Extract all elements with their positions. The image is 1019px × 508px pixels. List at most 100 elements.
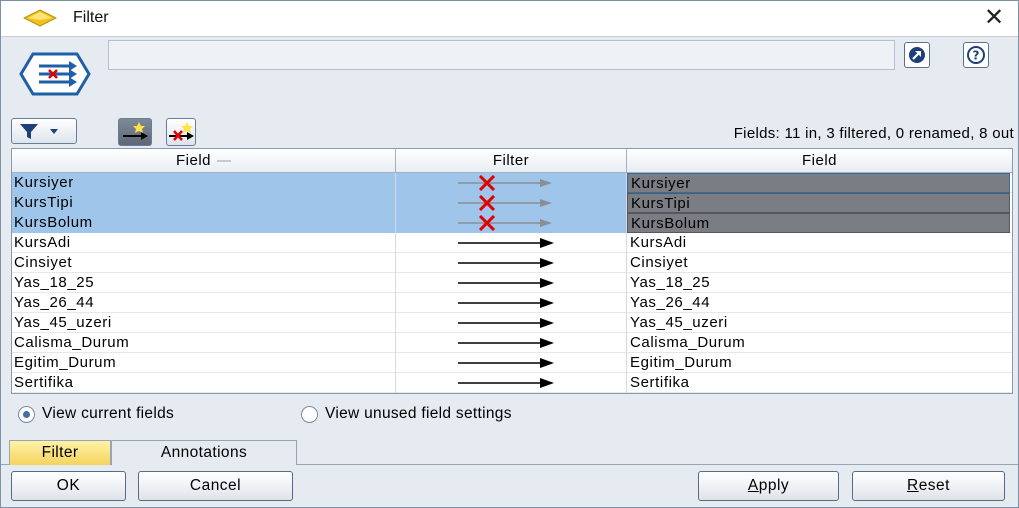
reset-button[interactable]: Reset bbox=[852, 471, 1005, 501]
filter-toggle[interactable] bbox=[396, 253, 627, 273]
filtered-arrow-icon bbox=[458, 215, 552, 231]
filter-node-icon bbox=[19, 52, 91, 96]
filter-options-dropdown[interactable] bbox=[11, 118, 77, 144]
column-header-filter[interactable]: Filter bbox=[396, 149, 627, 173]
table-row[interactable]: Calisma_Durum Calisma_Durum bbox=[12, 333, 1012, 353]
filter-toggle[interactable] bbox=[396, 193, 627, 213]
input-field-name[interactable]: Kursiyer bbox=[12, 173, 396, 193]
output-field-name[interactable]: Sertifika bbox=[627, 373, 1010, 393]
input-field-name[interactable]: Egitim_Durum bbox=[12, 353, 396, 373]
svg-text:?: ? bbox=[973, 49, 980, 63]
title-bar: Filter ✕ bbox=[1, 1, 1018, 37]
pass-arrow-icon bbox=[458, 378, 554, 388]
radio-selected-icon bbox=[18, 405, 35, 423]
apply-mnemonic: A bbox=[747, 477, 759, 494]
filter-node-diamond-icon bbox=[23, 9, 57, 27]
reset-label: eset bbox=[918, 477, 950, 494]
filter-fields-icon bbox=[169, 122, 194, 141]
pass-fields-icon bbox=[123, 122, 148, 140]
input-field-name[interactable]: Calisma_Durum bbox=[12, 333, 396, 353]
view-options: View current fields View unused field se… bbox=[1, 399, 1018, 429]
pass-arrow-icon bbox=[458, 358, 554, 368]
output-field-name[interactable]: Yas_26_44 bbox=[627, 293, 1010, 313]
filter-toggle[interactable] bbox=[396, 353, 627, 373]
help-button[interactable]: ? bbox=[963, 42, 989, 68]
pass-arrow-icon bbox=[458, 258, 554, 268]
filter-toggle[interactable] bbox=[396, 213, 627, 233]
table-row[interactable]: Yas_45_uzeri Yas_45_uzeri bbox=[12, 313, 1012, 333]
filter-dialog: Filter ✕ ? Fields: 11 in, 3 filtered, 0 … bbox=[0, 0, 1019, 508]
output-field-name[interactable]: Cinsiyet bbox=[627, 253, 1010, 273]
fields-table: Field Filter Field Kursiyer Kursiyer KursT… bbox=[11, 148, 1013, 394]
radio-label: View current fields bbox=[42, 405, 175, 422]
output-field-name[interactable]: KursAdi bbox=[627, 233, 1010, 253]
output-field-name[interactable]: Yas_45_uzeri bbox=[627, 313, 1010, 333]
close-button[interactable]: ✕ bbox=[980, 5, 1008, 31]
table-row[interactable]: Kursiyer Kursiyer bbox=[12, 173, 1012, 193]
preview-button[interactable] bbox=[904, 42, 930, 68]
output-field-name[interactable]: KursTipi bbox=[627, 193, 1010, 213]
tab-annotations[interactable]: Annotations bbox=[111, 440, 297, 465]
view-current-fields-radio[interactable]: View current fields bbox=[18, 405, 174, 423]
pass-arrow-icon bbox=[458, 238, 554, 248]
input-field-name[interactable]: KursAdi bbox=[12, 233, 396, 253]
view-unused-settings-radio[interactable]: View unused field settings bbox=[301, 405, 512, 423]
filtered-arrow-icon bbox=[458, 195, 552, 211]
filter-toggle[interactable] bbox=[396, 333, 627, 353]
table-row[interactable]: Sertifika Sertifika bbox=[12, 373, 1012, 393]
column-header-output-field[interactable]: Field bbox=[627, 149, 1012, 173]
input-field-name[interactable]: Yas_26_44 bbox=[12, 293, 396, 313]
pass-arrow-icon bbox=[458, 278, 554, 288]
output-field-name[interactable]: Calisma_Durum bbox=[627, 333, 1010, 353]
sort-indicator-icon bbox=[217, 160, 231, 163]
table-header: Field Filter Field bbox=[12, 149, 1012, 173]
tab-bar: Filter Annotations bbox=[1, 438, 1018, 465]
filter-toggle[interactable] bbox=[396, 373, 627, 393]
pass-arrow-icon bbox=[458, 298, 554, 308]
apply-label: pply bbox=[758, 477, 790, 494]
output-field-name[interactable]: Yas_18_25 bbox=[627, 273, 1010, 293]
preview-icon bbox=[909, 47, 925, 63]
funnel-icon bbox=[20, 124, 58, 139]
input-field-name[interactable]: Yas_45_uzeri bbox=[12, 313, 396, 333]
filter-toolbar: Fields: 11 in, 3 filtered, 0 renamed, 8 … bbox=[1, 113, 1018, 147]
radio-unselected-icon bbox=[301, 405, 318, 423]
filter-toggle[interactable] bbox=[396, 293, 627, 313]
pass-arrow-icon bbox=[458, 318, 554, 328]
input-field-name[interactable]: Cinsiyet bbox=[12, 253, 396, 273]
node-header: ? bbox=[1, 38, 1018, 110]
input-field-name[interactable]: KursBolum bbox=[12, 213, 396, 233]
tab-filter[interactable]: Filter bbox=[9, 440, 111, 465]
table-row[interactable]: KursBolum KursBolum bbox=[12, 213, 1012, 233]
radio-label: View unused field settings bbox=[325, 405, 512, 422]
cancel-button[interactable]: Cancel bbox=[138, 471, 293, 501]
input-field-name[interactable]: KursTipi bbox=[12, 193, 396, 213]
filtered-arrow-icon bbox=[458, 175, 552, 191]
filter-toggle[interactable] bbox=[396, 173, 627, 193]
include-all-fields-button[interactable] bbox=[118, 118, 152, 146]
table-row[interactable]: Yas_18_25 Yas_18_25 bbox=[12, 273, 1012, 293]
table-row[interactable]: Egitim_Durum Egitim_Durum bbox=[12, 353, 1012, 373]
table-row[interactable]: KursAdi KursAdi bbox=[12, 233, 1012, 253]
output-field-name[interactable]: Egitim_Durum bbox=[627, 353, 1010, 373]
filter-toggle[interactable] bbox=[396, 313, 627, 333]
filter-toggle[interactable] bbox=[396, 273, 627, 293]
help-icon: ? bbox=[967, 46, 985, 64]
output-field-name[interactable]: KursBolum bbox=[627, 213, 1010, 233]
window-title: Filter bbox=[73, 9, 109, 26]
column-header-label: Field bbox=[175, 152, 211, 169]
output-field-name[interactable]: Kursiyer bbox=[627, 173, 1010, 193]
apply-button[interactable]: Apply bbox=[698, 471, 839, 501]
node-name-field[interactable] bbox=[108, 40, 895, 70]
table-row[interactable]: KursTipi KursTipi bbox=[12, 193, 1012, 213]
input-field-name[interactable]: Yas_18_25 bbox=[12, 273, 396, 293]
ok-button[interactable]: OK bbox=[11, 471, 126, 501]
filter-toggle[interactable] bbox=[396, 233, 627, 253]
table-row[interactable]: Cinsiyet Cinsiyet bbox=[12, 253, 1012, 273]
column-header-input-field[interactable]: Field bbox=[12, 149, 396, 173]
table-row[interactable]: Yas_26_44 Yas_26_44 bbox=[12, 293, 1012, 313]
exclude-all-fields-button[interactable] bbox=[166, 118, 196, 146]
pass-arrow-icon bbox=[458, 338, 554, 348]
input-field-name[interactable]: Sertifika bbox=[12, 373, 396, 393]
table-body: Kursiyer Kursiyer KursTipi KursTipi KursBolu… bbox=[12, 173, 1012, 393]
